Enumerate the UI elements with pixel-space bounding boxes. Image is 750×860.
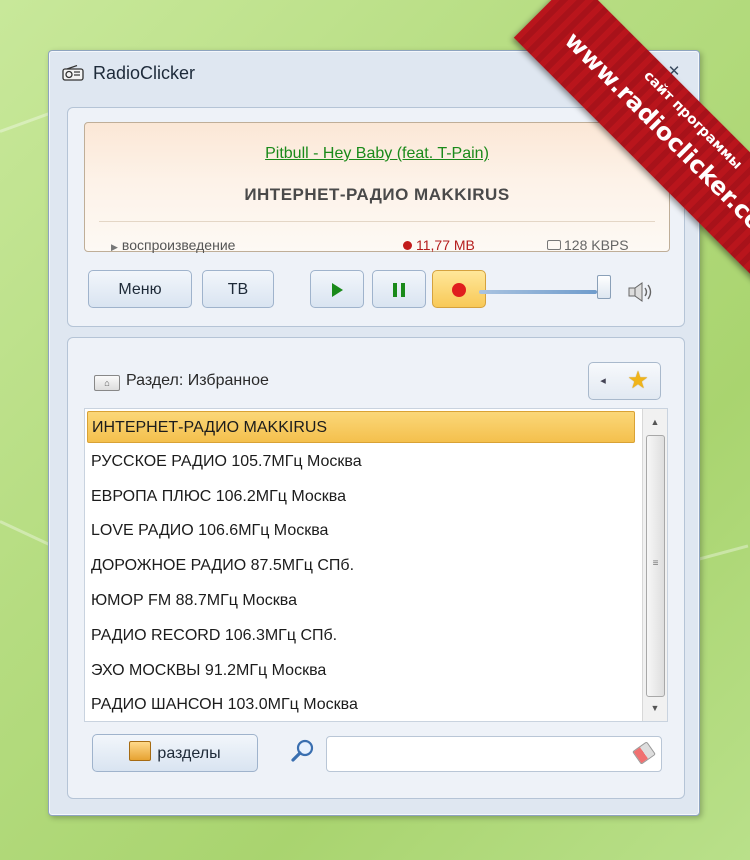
record-icon <box>452 282 466 297</box>
play-state-icon: ▶ <box>111 242 118 252</box>
star-icon: ★ <box>627 367 649 394</box>
close-icon: ✕ <box>667 63 681 80</box>
scroll-down-arrow-icon[interactable]: ▼ <box>643 697 667 719</box>
station-list[interactable]: ИНТЕРНЕТ-РАДИО MAKKIRUS РУССКОЕ РАДИО 105… <box>84 408 668 722</box>
display-divider <box>99 221 655 222</box>
station-list-item[interactable]: РУССКОЕ РАДИО 105.7МГц Москва <box>87 446 635 478</box>
station-list-item[interactable]: РАДИО RECORD 106.3МГц СПб. <box>87 620 635 652</box>
clear-search-eraser-icon[interactable] <box>632 741 656 765</box>
track-title-link[interactable]: Pitbull - Hey Baby (feat. T-Pain) <box>85 145 669 163</box>
recorded-size-text: 11,77 MB <box>416 237 475 253</box>
maximize-icon: ▢ <box>628 63 644 80</box>
pause-button[interactable] <box>372 270 426 308</box>
section-nav-button[interactable]: ◂ <box>588 362 618 400</box>
speaker-icon[interactable] <box>627 281 657 303</box>
bitrate-icon <box>547 240 561 250</box>
recorded-size: 11,77 MB <box>403 237 475 253</box>
close-button[interactable]: ✕ <box>663 63 685 81</box>
record-indicator-icon <box>403 241 412 250</box>
playback-status: ▶ воспроизведение <box>111 237 235 253</box>
volume-slider[interactable] <box>479 290 597 294</box>
station-list-item[interactable]: ЕВРОПА ПЛЮС 106.2МГц Москва <box>87 481 635 513</box>
background-ray <box>0 520 56 549</box>
minimize-button[interactable]: ▭ <box>589 63 611 81</box>
section-header: ⌂ Раздел: Избранное <box>94 372 269 391</box>
bitrate: 128 KBPS <box>547 237 629 253</box>
playback-status-text: воспроизведение <box>121 237 236 253</box>
player-panel: Pitbull - Hey Baby (feat. T-Pain) ИНТЕРН… <box>67 107 685 327</box>
now-playing-display: Pitbull - Hey Baby (feat. T-Pain) ИНТЕРН… <box>84 122 670 253</box>
station-list-item[interactable]: ЭХО МОСКВЫ 91.2МГц Москва <box>87 655 635 687</box>
menu-button[interactable]: Меню <box>88 270 192 308</box>
station-list-item[interactable]: ИНТЕРНЕТ-РАДИО MAKKIRUS <box>87 411 635 443</box>
search-input[interactable] <box>326 736 662 772</box>
station-list-item[interactable]: LOVE РАДИО 106.6МГц Москва <box>87 515 635 547</box>
section-label: Раздел: Избранное <box>126 372 269 389</box>
scrollbar-grip-icon: ≡ <box>652 558 659 569</box>
folder-home-icon: ⌂ <box>94 375 120 391</box>
volume-slider-thumb[interactable] <box>597 275 611 299</box>
bitrate-text: 128 KBPS <box>564 237 629 253</box>
sections-book-icon <box>129 741 152 761</box>
search-icon[interactable] <box>290 738 316 764</box>
scrollbar-thumb[interactable]: ≡ <box>646 435 665 697</box>
minimize-icon: ▭ <box>592 63 608 80</box>
app-window: RadioClicker ▭ ▢ ✕ Pitbull - Hey Baby (f… <box>48 50 700 816</box>
sections-button[interactable]: разделы <box>92 734 258 772</box>
station-list-item[interactable]: РАДИО ШАНСОН 103.0МГц Москва <box>87 689 635 721</box>
play-icon <box>331 282 343 297</box>
pause-icon <box>393 282 405 297</box>
scroll-up-arrow-icon[interactable]: ▲ <box>643 411 667 433</box>
list-scrollbar[interactable]: ▲ ≡ ▼ <box>642 409 667 721</box>
tv-button[interactable]: ТВ <box>202 270 274 308</box>
chevron-left-icon: ◂ <box>600 375 606 387</box>
maximize-button[interactable]: ▢ <box>625 63 647 81</box>
window-title: RadioClicker <box>93 63 196 83</box>
station-name: ИНТЕРНЕТ-РАДИО MAKKIRUS <box>244 185 510 204</box>
sections-button-label: разделы <box>157 745 221 762</box>
station-list-item[interactable]: ЮМОР FM 88.7МГц Москва <box>87 585 635 617</box>
record-button[interactable] <box>432 270 486 308</box>
favorites-button[interactable]: ★ <box>616 362 661 400</box>
radio-icon <box>62 65 84 81</box>
station-list-panel: ⌂ Раздел: Избранное ◂ ★ ИНТЕРНЕТ-РАДИО MA… <box>67 337 685 799</box>
play-button[interactable] <box>310 270 364 308</box>
title-bar[interactable]: RadioClicker ▭ ▢ ✕ <box>49 51 699 95</box>
station-list-item[interactable]: ДОРОЖНОЕ РАДИО 87.5МГц СПб. <box>87 550 635 582</box>
